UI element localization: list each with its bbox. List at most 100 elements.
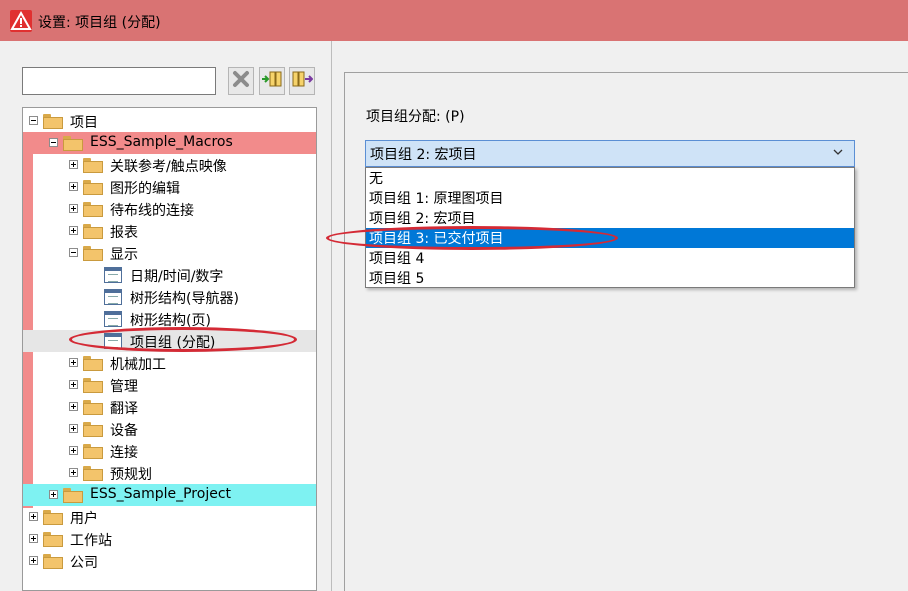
folder-icon <box>83 378 103 393</box>
expand-plus-icon[interactable] <box>69 160 78 169</box>
tree-item[interactable]: 机械加工 <box>23 352 316 374</box>
expand-plus-icon[interactable] <box>69 358 78 367</box>
tree-item-label: 机械加工 <box>110 357 166 373</box>
tree-item-label: 图形的编辑 <box>110 181 180 197</box>
tree-item[interactable]: 工作站 <box>23 528 316 550</box>
folder-icon <box>83 356 103 371</box>
tree-item[interactable]: 管理 <box>23 374 316 396</box>
folder-icon <box>63 136 83 151</box>
dropdown-option[interactable]: 项目组 2: 宏项目 <box>366 208 854 228</box>
tree-item[interactable]: 待布线的连接 <box>23 198 316 220</box>
folder-icon <box>43 114 63 129</box>
collapse-minus-icon[interactable] <box>29 116 38 125</box>
tree-item[interactable]: 树形结构(导航器) <box>23 286 316 308</box>
tree-item-label: 显示 <box>110 247 138 263</box>
tree-item-label: 用户 <box>70 511 98 527</box>
dropdown-option[interactable]: 项目组 1: 原理图项目 <box>366 188 854 208</box>
folder-icon <box>43 554 63 569</box>
tree-item-label: 预规划 <box>110 467 152 483</box>
folder-icon <box>83 180 103 195</box>
tree-item-label: 连接 <box>110 445 138 461</box>
expand-plus-icon[interactable] <box>29 512 38 521</box>
tree-item[interactable]: 用户 <box>23 506 316 528</box>
expand-columns-icon <box>261 69 283 93</box>
app-logo-icon <box>10 10 32 32</box>
tree-item[interactable]: 项目 <box>23 110 316 132</box>
expand-plus-icon[interactable] <box>69 226 78 235</box>
tree-item-label: ESS_Sample_Macros <box>90 134 233 150</box>
title-bar: 设置: 项目组 (分配) <box>0 0 908 41</box>
tree-item-label: ESS_Sample_Project <box>90 486 232 502</box>
dropdown-option[interactable]: 项目组 3: 已交付项目 <box>366 228 854 248</box>
tree-item-label: 项目组 (分配) <box>130 335 216 351</box>
expand-plus-icon[interactable] <box>69 424 78 433</box>
tree-item[interactable]: 连接 <box>23 440 316 462</box>
folder-icon <box>43 532 63 547</box>
tree-item-label: 日期/时间/数字 <box>130 269 224 285</box>
tree-item[interactable]: 图形的编辑 <box>23 176 316 198</box>
expand-columns-button[interactable] <box>259 67 285 95</box>
collapse-columns-button[interactable] <box>289 67 315 95</box>
tree-item-label: 公司 <box>70 555 98 571</box>
folder-icon <box>83 400 103 415</box>
tree-item[interactable]: 树形结构(页) <box>23 308 316 330</box>
folder-icon <box>83 444 103 459</box>
tree-item[interactable]: 报表 <box>23 220 316 242</box>
settings-page-icon <box>104 333 122 349</box>
tree-item[interactable]: 预规划 <box>23 462 316 484</box>
expand-plus-icon[interactable] <box>69 380 78 389</box>
expand-plus-icon[interactable] <box>69 446 78 455</box>
tree-item[interactable]: ESS_Sample_Project <box>33 484 316 506</box>
tree-item-label: 树形结构(导航器) <box>130 291 239 307</box>
highlight-bar-cyan <box>23 484 33 506</box>
tree-item-label: 设备 <box>110 423 138 439</box>
clear-icon <box>232 70 250 92</box>
settings-page-icon <box>104 311 122 327</box>
search-input[interactable] <box>22 67 216 95</box>
folder-icon <box>63 488 83 503</box>
expand-plus-icon[interactable] <box>49 490 58 499</box>
tree-item-label: 翻译 <box>110 401 138 417</box>
dropdown-option[interactable]: 项目组 5 <box>366 268 854 288</box>
settings-tree[interactable]: 项目 ESS_Sample_Macros 关联参考/触点映像图形的编辑待布线的连接报… <box>22 107 317 591</box>
tree-item-label: 待布线的连接 <box>110 203 194 219</box>
tree-item-label: 管理 <box>110 379 138 395</box>
collapse-minus-icon[interactable] <box>69 248 78 257</box>
expand-plus-icon[interactable] <box>69 402 78 411</box>
expand-plus-icon[interactable] <box>29 556 38 565</box>
tree-item[interactable]: 翻译 <box>23 396 316 418</box>
settings-page-icon <box>104 289 122 305</box>
clear-filter-button[interactable] <box>228 67 254 95</box>
collapse-columns-icon <box>291 69 314 93</box>
tree-item[interactable]: 公司 <box>23 550 316 572</box>
chevron-down-icon[interactable] <box>832 146 844 161</box>
tree-item[interactable]: 设备 <box>23 418 316 440</box>
tree-item[interactable]: 项目组 (分配) <box>23 330 316 352</box>
expand-plus-icon[interactable] <box>69 204 78 213</box>
expand-plus-icon[interactable] <box>29 534 38 543</box>
settings-page-icon <box>104 267 122 283</box>
folder-icon <box>83 158 103 173</box>
folder-icon <box>43 510 63 525</box>
tree-item-label: 树形结构(页) <box>130 313 211 329</box>
folder-icon <box>83 202 103 217</box>
tree-item[interactable]: 关联参考/触点映像 <box>23 154 316 176</box>
combobox-value: 项目组 2: 宏项目 <box>370 146 477 163</box>
tree-item[interactable]: 显示 <box>23 242 316 264</box>
tree-item[interactable]: 日期/时间/数字 <box>23 264 316 286</box>
collapse-minus-icon[interactable] <box>49 138 58 147</box>
folder-icon <box>83 224 103 239</box>
expand-plus-icon[interactable] <box>69 468 78 477</box>
dropdown-option[interactable]: 项目组 4 <box>366 248 854 268</box>
project-group-dropdown[interactable]: 无项目组 1: 原理图项目 项目组 2: 宏项目 项目组 3: 已交付项目 项目组 4… <box>365 167 855 288</box>
dropdown-option[interactable]: 无 <box>366 168 854 188</box>
tree-item-label: 报表 <box>110 225 138 241</box>
tree-item-label: 工作站 <box>70 533 112 549</box>
tree-item-label: 项目 <box>70 115 98 131</box>
tree-item[interactable]: ESS_Sample_Macros <box>33 132 316 154</box>
expand-plus-icon[interactable] <box>69 182 78 191</box>
project-group-combobox[interactable]: 项目组 2: 宏项目 <box>365 140 855 167</box>
folder-icon <box>83 422 103 437</box>
folder-icon <box>83 466 103 481</box>
folder-icon <box>83 246 103 261</box>
